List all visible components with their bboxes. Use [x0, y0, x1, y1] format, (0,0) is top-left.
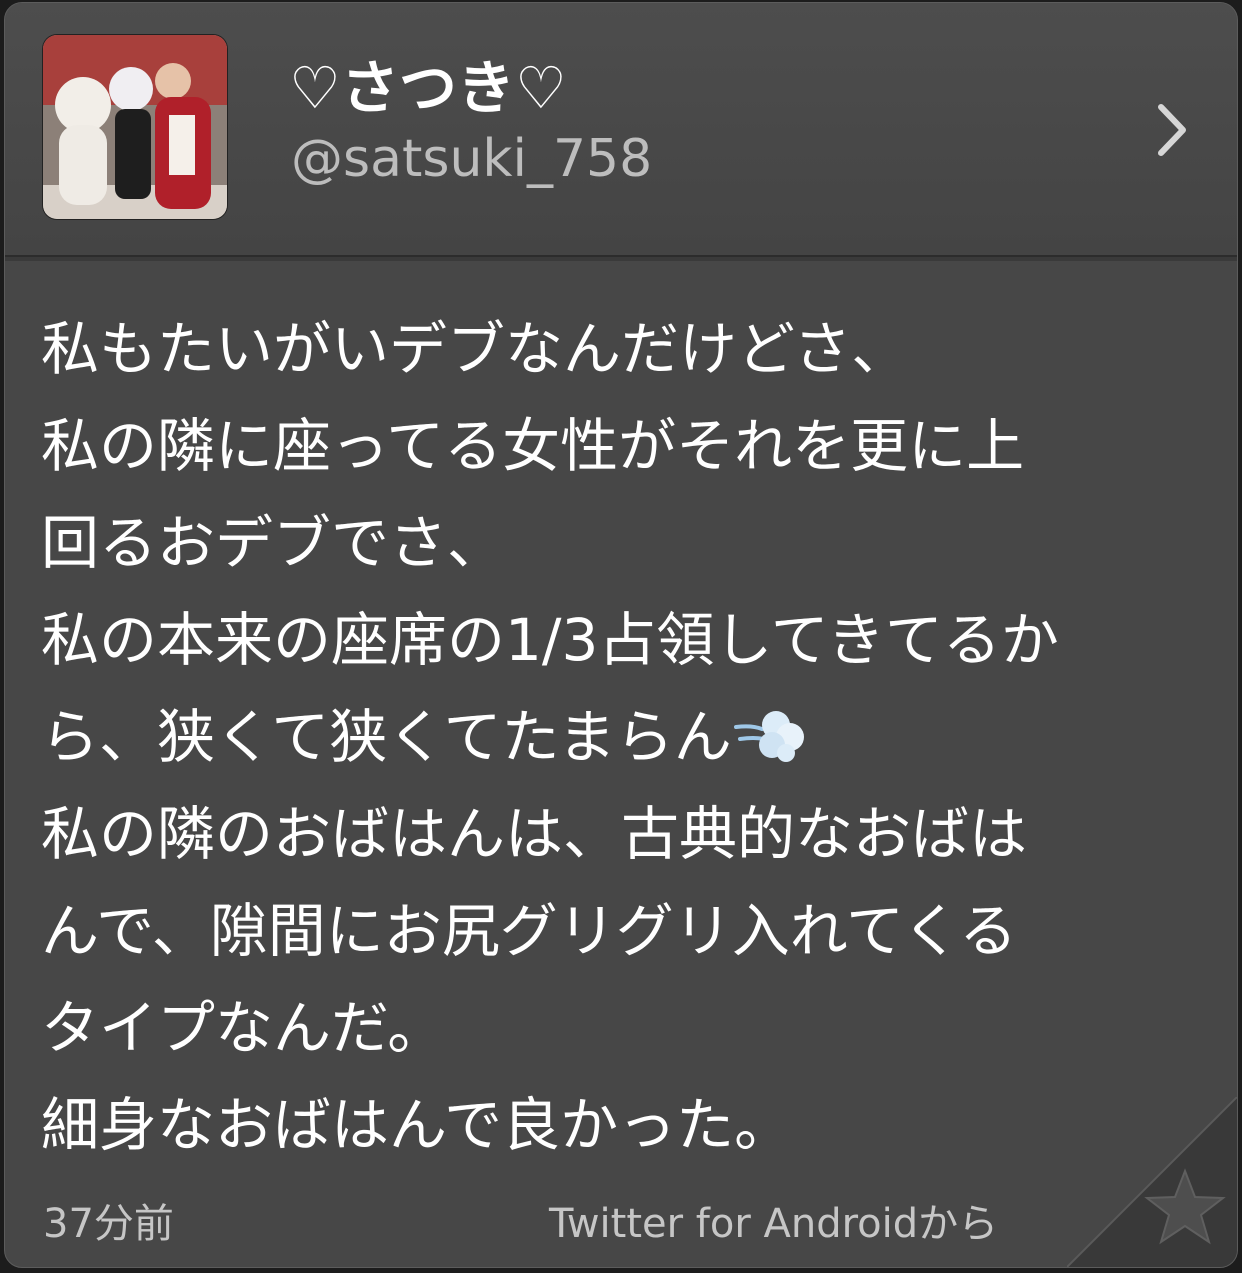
tweet-line: 私の隣のおばはんは、古典的なおばは: [41, 800, 1028, 868]
favorite-corner[interactable]: [1067, 1097, 1237, 1267]
avatar-photo: [43, 35, 227, 219]
tweet-source[interactable]: Twitter for Androidから: [549, 1191, 998, 1249]
tweet-line: 私もたいがいデブなんだけどさ、: [41, 315, 910, 383]
display-name[interactable]: ♡さつき♡: [289, 41, 567, 125]
tweet-line: 私の隣に座ってる女性がそれを更に上: [41, 412, 1025, 480]
tweet-line: 私の本来の座席の1/3占領してきてるか: [41, 606, 1059, 674]
tweet-timestamp: 37分前: [43, 1201, 174, 1247]
avatar[interactable]: [43, 35, 227, 219]
tweet-header[interactable]: ♡さつき♡ @satsuki_758: [5, 3, 1237, 257]
tweet-line-with-emoji: ら、狭くて狭くてたまらん: [41, 689, 1201, 786]
tweet-line: 回るおデブでさ、: [41, 509, 506, 577]
dash-emoji-icon: [733, 711, 804, 762]
user-handle[interactable]: @satsuki_758: [291, 129, 652, 189]
tweet-text: 私もたいがいデブなんだけどさ、 私の隣に座ってる女性がそれを更に上 回るおデブで…: [41, 301, 1201, 1174]
tweet-line: ら、狭くて狭くてたまらん: [41, 703, 732, 771]
tweet-line: 細身なおばはんで良かった。: [41, 1091, 793, 1159]
tweet-card: ♡さつき♡ @satsuki_758 私もたいがいデブなんだけどさ、 私の隣に座…: [4, 2, 1238, 1268]
chevron-right-icon[interactable]: [1151, 99, 1191, 161]
header-divider: [5, 257, 1237, 261]
tweet-line: タイプなんだ。: [41, 994, 446, 1062]
tweet-line: んで、隙間にお尻グリグリ入れてくる: [41, 897, 1018, 965]
